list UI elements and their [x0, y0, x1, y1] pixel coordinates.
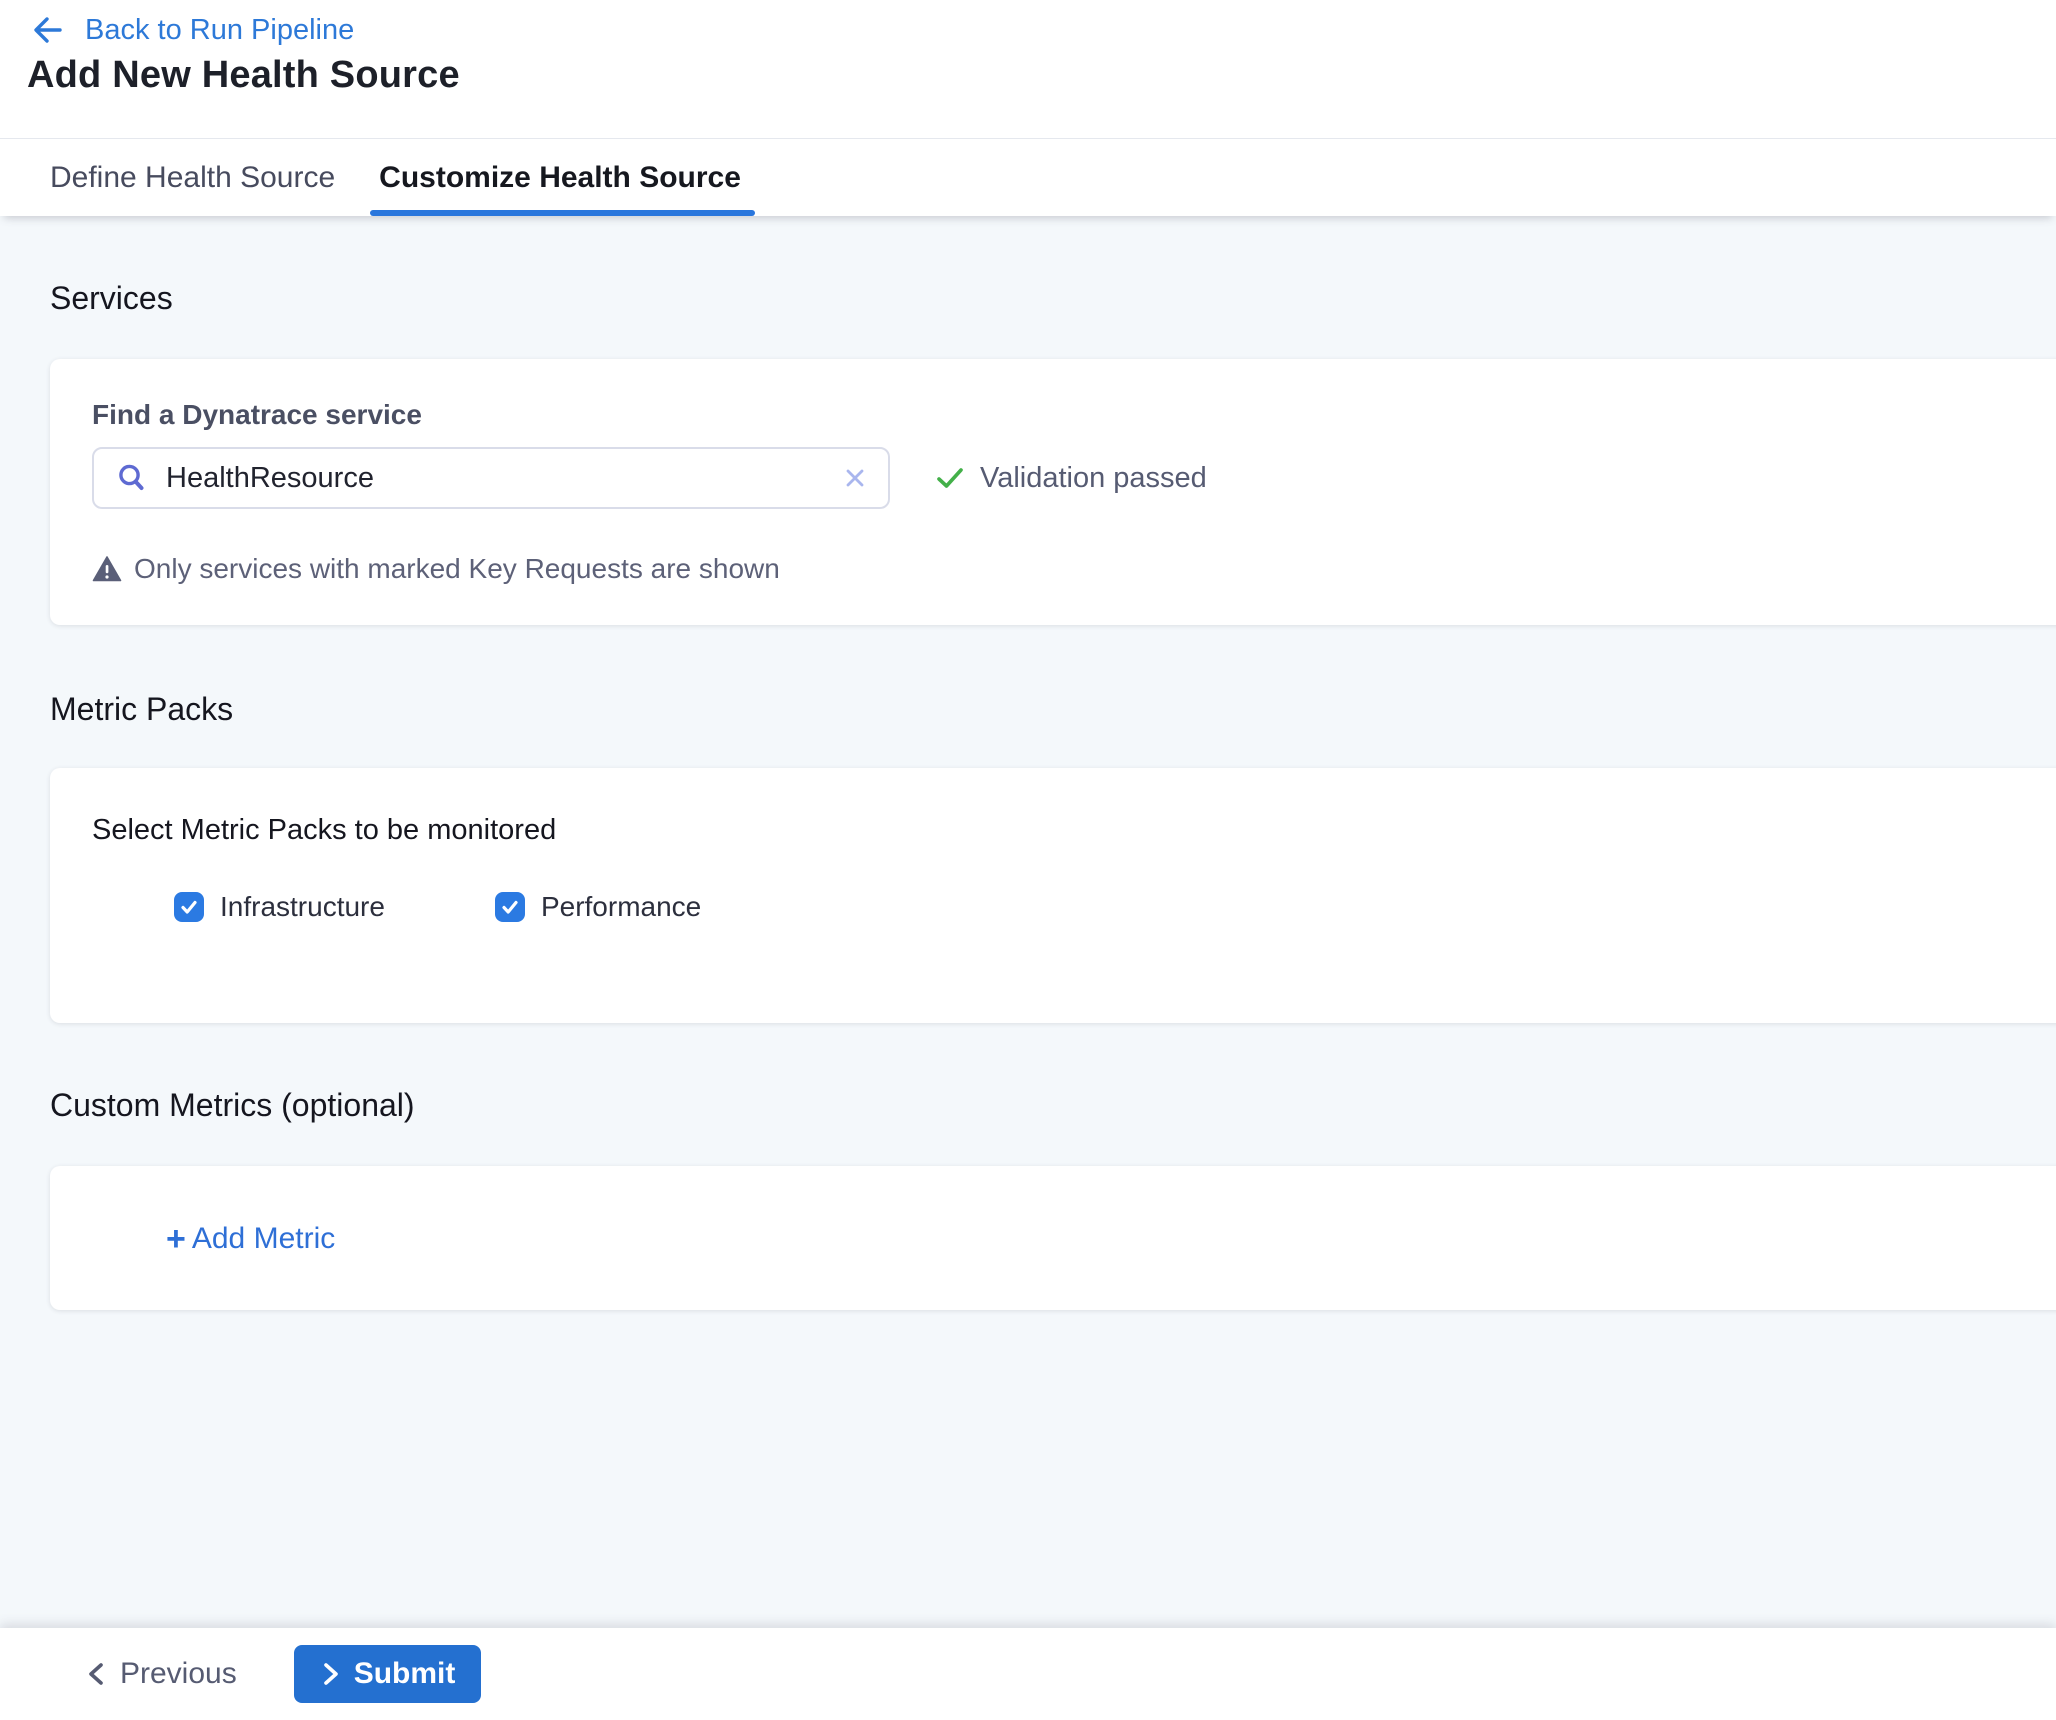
metric-packs-options: Infrastructure Performance	[174, 891, 2010, 923]
tab-define-health-source[interactable]: Define Health Source	[50, 139, 335, 216]
page-title: Add New Health Source	[27, 54, 2056, 97]
search-input-value: HealthResource	[166, 462, 824, 495]
previous-label: Previous	[120, 1657, 237, 1691]
add-metric-button[interactable]: + Add Metric	[166, 1222, 335, 1256]
tab-customize-health-source[interactable]: Customize Health Source	[379, 139, 741, 216]
back-link[interactable]: Back to Run Pipeline	[85, 14, 354, 47]
services-warning: Only services with marked Key Requests a…	[92, 553, 2010, 585]
validation-status: Validation passed	[934, 462, 1207, 495]
custom-metrics-heading: Custom Metrics (optional)	[50, 1087, 2056, 1124]
search-icon	[116, 462, 148, 494]
check-icon	[934, 462, 966, 494]
page-header: Back to Run Pipeline Add New Health Sour…	[0, 0, 2056, 139]
plus-icon: +	[166, 1224, 186, 1254]
chevron-right-icon	[320, 1660, 342, 1688]
service-input-row: HealthResource Validation passed	[92, 447, 2010, 509]
checkbox-checked-icon	[495, 892, 525, 922]
services-heading: Services	[50, 216, 2056, 317]
checkbox-performance[interactable]: Performance	[495, 891, 701, 923]
checkbox-infrastructure[interactable]: Infrastructure	[174, 891, 385, 923]
add-metric-label: Add Metric	[192, 1222, 335, 1256]
custom-metrics-card: + Add Metric	[50, 1166, 2056, 1310]
warning-text: Only services with marked Key Requests a…	[134, 553, 780, 585]
checkbox-label: Performance	[541, 891, 701, 923]
add-health-source-page: Back to Run Pipeline Add New Health Sour…	[0, 0, 2056, 1720]
arrow-left-icon[interactable]	[30, 13, 64, 47]
back-row: Back to Run Pipeline	[0, 0, 2056, 46]
chevron-left-icon	[84, 1659, 108, 1689]
clear-icon[interactable]	[842, 465, 868, 491]
content-area: Services Find a Dynatrace service Health…	[0, 216, 2056, 1628]
validation-text: Validation passed	[980, 462, 1207, 495]
submit-button[interactable]: Submit	[294, 1645, 482, 1703]
services-card: Find a Dynatrace service HealthResource	[50, 359, 2056, 625]
select-metric-packs-label: Select Metric Packs to be monitored	[92, 814, 2010, 847]
service-search-input[interactable]: HealthResource	[92, 447, 890, 509]
submit-label: Submit	[354, 1657, 456, 1691]
warning-icon	[92, 554, 122, 584]
metric-packs-heading: Metric Packs	[50, 691, 2056, 728]
previous-button[interactable]: Previous	[84, 1657, 237, 1691]
find-service-label: Find a Dynatrace service	[92, 399, 2010, 431]
checkbox-label: Infrastructure	[220, 891, 385, 923]
tab-bar: Define Health Source Customize Health So…	[0, 139, 2056, 216]
footer-bar: Previous Submit	[0, 1628, 2056, 1720]
metric-packs-card: Select Metric Packs to be monitored Infr…	[50, 768, 2056, 1023]
checkbox-checked-icon	[174, 892, 204, 922]
